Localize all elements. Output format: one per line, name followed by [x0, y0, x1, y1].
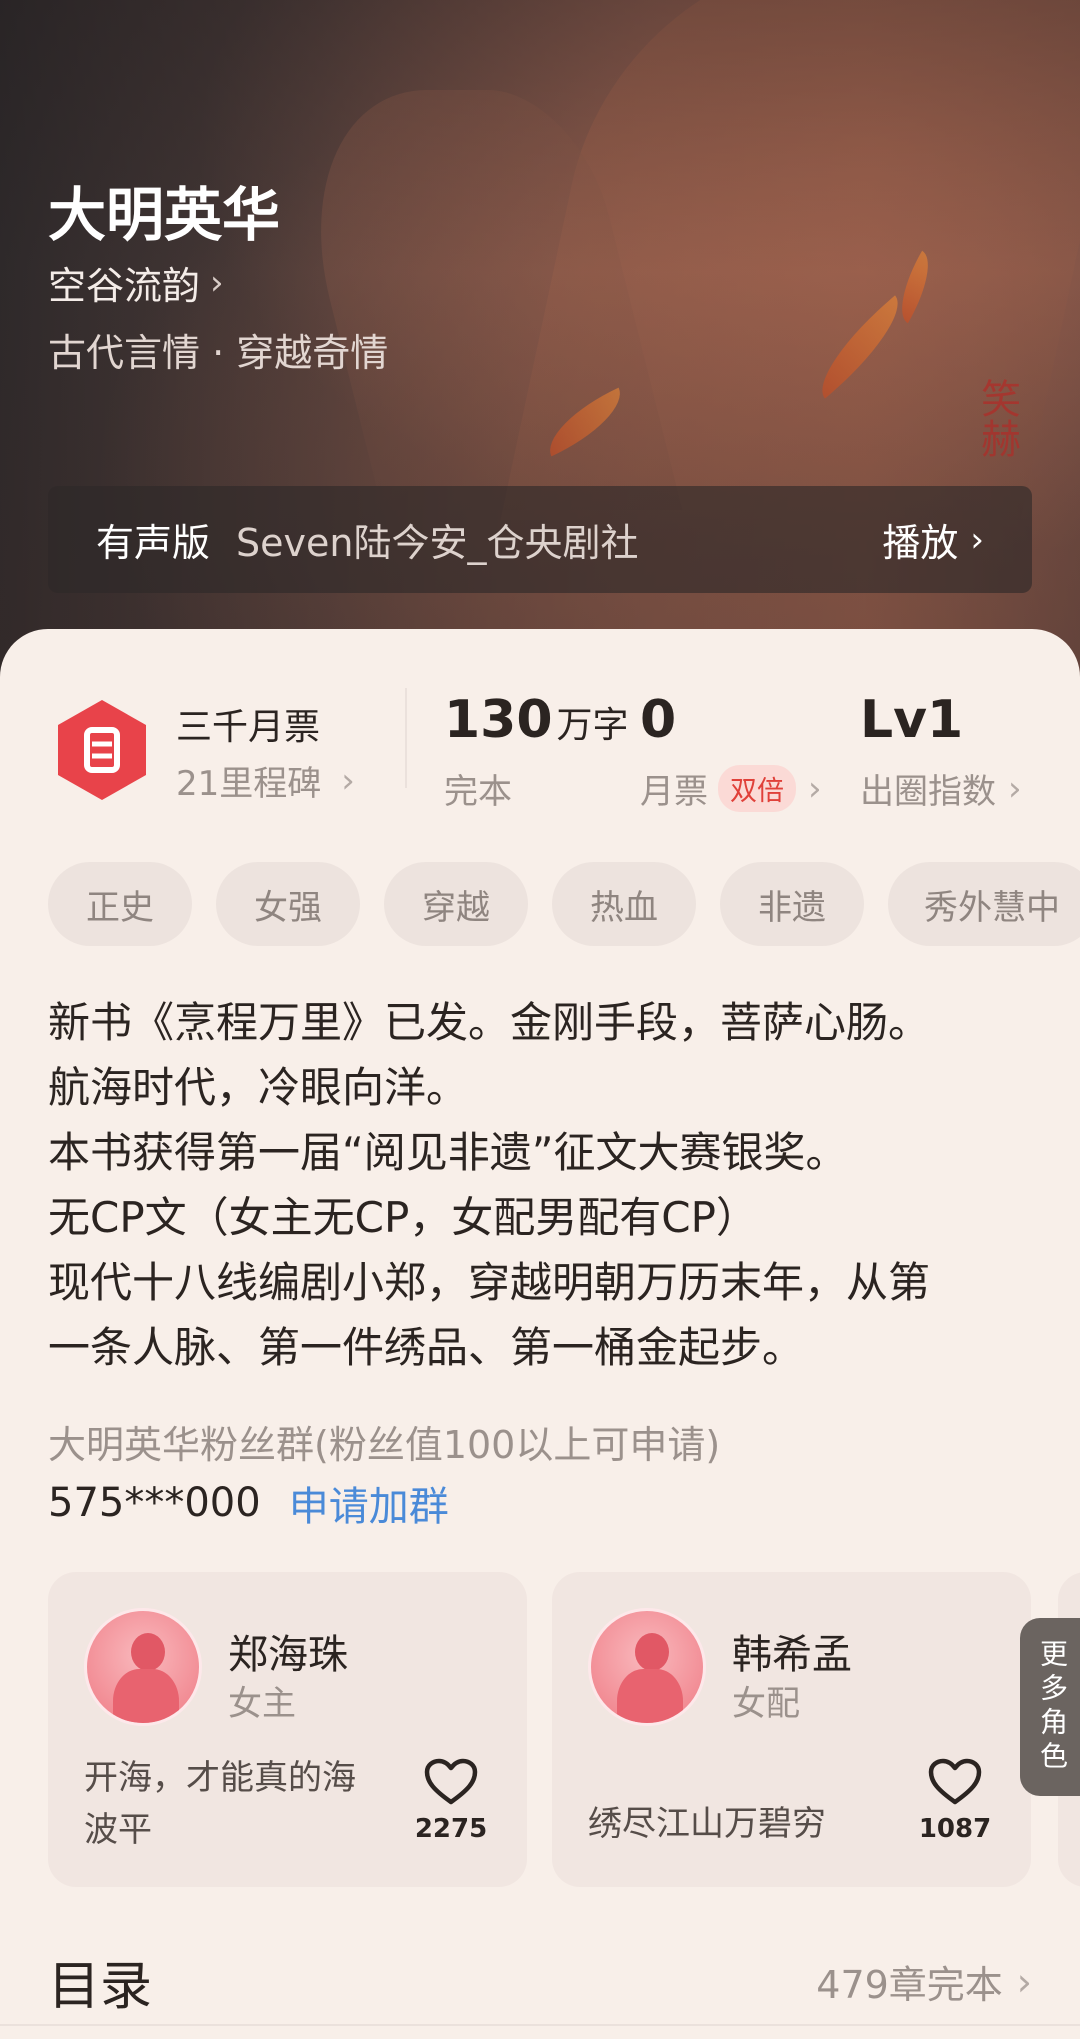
- avatar: [84, 1608, 202, 1726]
- role-quote: 开海，才能真的海波平: [84, 1758, 356, 1850]
- intro-line: 无CP文（女主无CP，女配男配有CP）: [48, 1193, 758, 1242]
- tag-chip[interactable]: 秀外慧中: [888, 862, 1080, 946]
- like-button[interactable]: 2275: [411, 1758, 491, 1844]
- author-name: 空谷流韵: [48, 264, 201, 308]
- table-of-contents-row[interactable]: 目录 479章完本 ›: [48, 1944, 1032, 2019]
- fan-group-title: 大明英华粉丝群(粉丝值100以上可申请): [48, 1423, 721, 1467]
- role-card[interactable]: 郑海珠 女主 开海，才能真的海波平 2275: [48, 1572, 527, 1887]
- book-introduction[interactable]: 新书《烹程万里》已发。金刚手段，菩萨心肠。 航海时代，冷眼向洋。 本书获得第一届…: [48, 990, 1038, 1380]
- word-count-stat: 130 万字 完本: [444, 690, 629, 813]
- audio-label: 有声版: [96, 521, 211, 565]
- role-type: 女配: [732, 1684, 800, 1724]
- intro-line: 航海时代，冷眼向洋。: [48, 1063, 469, 1112]
- ticket-badge-icon[interactable]: [54, 698, 150, 802]
- book-title: 大明英华: [48, 181, 281, 249]
- chevron-right-icon: ›: [970, 519, 984, 560]
- chevron-right-icon: ›: [808, 768, 822, 809]
- tag-chip[interactable]: 穿越: [384, 862, 528, 946]
- milestone-title[interactable]: 三千月票: [176, 698, 320, 750]
- chevron-right-icon: ›: [210, 262, 224, 303]
- role-quote: 绣尽江山万碧穷: [588, 1804, 826, 1844]
- chapter-status: 479章完本 ›: [816, 1954, 1032, 2009]
- heart-icon: [928, 1758, 982, 1805]
- tag-chip[interactable]: 女强: [216, 862, 360, 946]
- avatar: [588, 1608, 706, 1726]
- tag-chip[interactable]: 热血: [552, 862, 696, 946]
- like-count: 2275: [414, 1814, 488, 1844]
- role-name: 郑海珠: [228, 1632, 348, 1678]
- role-type: 女主: [228, 1684, 296, 1724]
- like-button[interactable]: 1087: [915, 1758, 995, 1844]
- word-count-value: 130: [444, 690, 553, 750]
- intro-line: 一条人脉、第一件绣品、第一桶金起步。: [48, 1323, 805, 1372]
- popularity-stat[interactable]: Lv1 出圈指数 ›: [860, 690, 1022, 813]
- play-button[interactable]: 播放 ›: [882, 512, 984, 567]
- double-badge: 双倍: [718, 765, 796, 812]
- intro-line: 现代十八线编剧小郑，穿越明朝万历末年，从第: [48, 1258, 931, 1307]
- popularity-level: Lv1: [860, 690, 964, 750]
- intro-line: 新书《烹程万里》已发。金刚手段，菩萨心肠。: [48, 998, 931, 1047]
- monthly-ticket-value: 0: [640, 690, 677, 750]
- intro-line: 本书获得第一届“阅见非遗”征文大赛银奖。: [48, 1128, 848, 1177]
- heart-icon: [424, 1758, 478, 1805]
- role-name: 韩希孟: [732, 1632, 852, 1678]
- chapter-count: 479章完本: [816, 1963, 1003, 2007]
- audio-reader: Seven陆今安_仓央剧社: [236, 521, 639, 565]
- tag-chip[interactable]: 正史: [48, 862, 192, 946]
- chevron-right-icon: ›: [1016, 1959, 1032, 2004]
- completion-status: 完本: [444, 772, 512, 812]
- chevron-right-icon: ›: [341, 760, 355, 801]
- popularity-label: 出圈指数: [860, 772, 996, 812]
- play-label: 播放: [882, 521, 959, 565]
- fan-group-number: 575***000: [48, 1480, 261, 1526]
- join-group-link[interactable]: 申请加群: [289, 1474, 449, 1532]
- fan-group-row: 575***000 申请加群: [48, 1474, 449, 1532]
- chevron-right-icon: ›: [1008, 768, 1022, 809]
- monthly-ticket-label: 月票: [640, 772, 708, 812]
- milestone-subtitle: 21里程碑: [176, 764, 322, 804]
- divider: [0, 2024, 1080, 2026]
- monthly-ticket-stat[interactable]: 0 月票 双倍 ›: [640, 690, 822, 813]
- author-link[interactable]: 空谷流韵 ›: [48, 255, 224, 310]
- role-card[interactable]: 韩希孟 女配 绣尽江山万碧穷 1087: [552, 1572, 1031, 1887]
- like-count: 1087: [918, 1814, 992, 1844]
- tag-chip[interactable]: 非遗: [720, 862, 864, 946]
- toc-title: 目录: [48, 1957, 153, 2017]
- more-roles-button[interactable]: 更多角色: [1020, 1618, 1080, 1796]
- more-roles-label: 更多角色: [1036, 1639, 1069, 1775]
- word-count-unit: 万字: [556, 705, 629, 746]
- divider: [405, 688, 407, 788]
- milestone-link[interactable]: 21里程碑 ›: [176, 756, 355, 805]
- audio-version-bar[interactable]: 有声版 Seven陆今安_仓央剧社 播放 ›: [48, 486, 1032, 593]
- tag-list: 正史 女强 穿越 热血 非遗 秀外慧中: [48, 862, 1080, 946]
- genre-text: 古代言情 · 穿越奇情: [48, 331, 389, 375]
